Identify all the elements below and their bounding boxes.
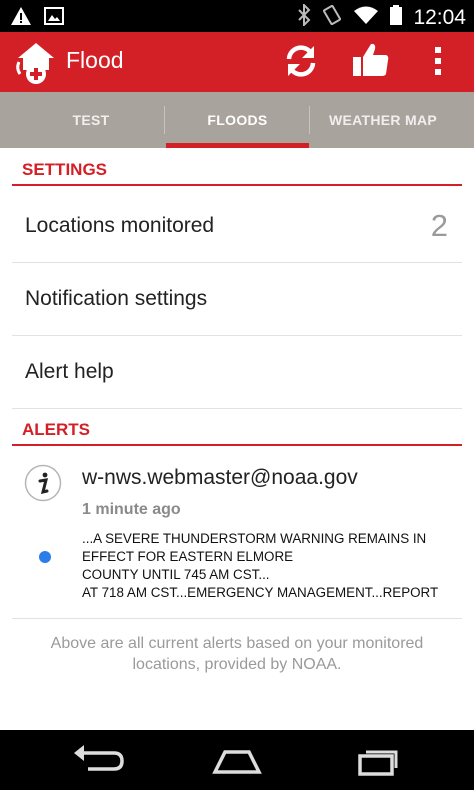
alert-time: 1 minute ago [82, 501, 181, 518]
tab-bar: TEST FLOODS WEATHER MAP [0, 92, 474, 148]
alerts-footer-note: Above are all current alerts based on yo… [50, 635, 424, 673]
bluetooth-icon [297, 2, 311, 31]
alert-help-row[interactable]: Alert help [12, 336, 462, 409]
locations-count: 2 [430, 208, 448, 243]
tab-separator [164, 106, 165, 134]
status-time: 12:04 [413, 5, 466, 29]
wifi-icon [353, 5, 379, 30]
unread-indicator [39, 551, 51, 563]
info-icon [24, 464, 62, 502]
status-bar: 12:04 [0, 0, 474, 32]
recents-icon[interactable] [346, 742, 406, 778]
alerts-header: ALERTS [12, 416, 462, 446]
alert-message-line: ...A SEVERE THUNDERSTORM WARNING REMAINS… [82, 531, 427, 546]
thumbs-up-icon[interactable] [352, 41, 390, 84]
tab-floods[interactable]: FLOODS [166, 92, 309, 148]
alert-message-line: AT 718 AM CST...EMERGENCY MANAGEMENT...R… [82, 585, 439, 600]
warning-icon [10, 6, 32, 31]
alert-message-line: COUNTY UNTIL 745 AM CST... [82, 567, 270, 582]
back-icon[interactable] [68, 742, 128, 778]
notification-settings-label: Notification settings [25, 287, 208, 310]
battery-icon [389, 4, 403, 31]
alerts-header-label: ALERTS [22, 420, 90, 439]
alert-item[interactable]: w-nws.webmaster@noaa.gov 1 minute ago ..… [12, 450, 462, 619]
tab-test[interactable]: TEST [18, 92, 164, 148]
flood-logo-icon[interactable] [14, 40, 58, 91]
image-icon [44, 6, 64, 31]
settings-header-label: SETTINGS [22, 160, 108, 179]
settings-header: SETTINGS [12, 156, 462, 186]
app-bar: Flood [0, 32, 474, 92]
alert-help-label: Alert help [25, 360, 114, 383]
home-icon[interactable] [207, 742, 267, 778]
locations-monitored-label: Locations monitored [25, 214, 215, 237]
alert-message-line: EFFECT FOR EASTERN ELMORE [82, 549, 294, 564]
refresh-icon[interactable] [283, 43, 319, 84]
vibrate-icon [321, 4, 343, 31]
alert-message: ...A SEVERE THUNDERSTORM WARNING REMAINS… [82, 530, 456, 602]
overflow-menu-icon[interactable] [434, 46, 442, 81]
alert-sender: w-nws.webmaster@noaa.gov [82, 466, 358, 489]
locations-monitored-row[interactable]: Locations monitored 2 [12, 190, 462, 263]
app-title: Flood [66, 47, 124, 73]
notification-settings-row[interactable]: Notification settings [12, 263, 462, 336]
tab-weather-map[interactable]: WEATHER MAP [310, 92, 456, 148]
active-tab-indicator [166, 143, 309, 148]
navigation-bar [0, 730, 474, 790]
